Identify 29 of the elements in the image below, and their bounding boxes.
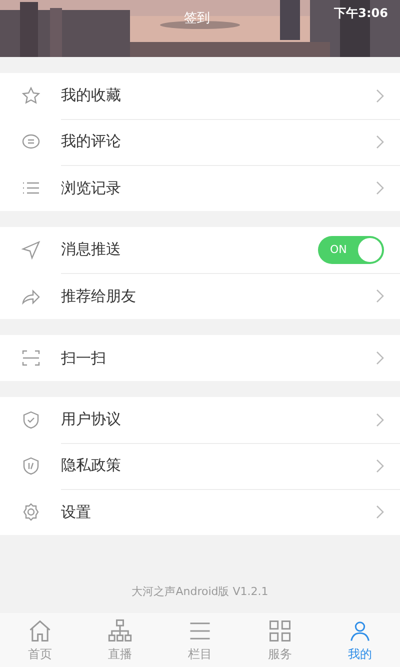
status-time: 下午3:06 — [334, 5, 388, 22]
menu-item-label[interactable]: 用户协议 — [61, 410, 121, 429]
grid-icon — [267, 618, 293, 644]
chevron-right-icon — [376, 351, 384, 365]
menu-item-label[interactable]: 消息推送 — [61, 240, 121, 259]
settings-icon — [21, 502, 41, 522]
chevron-right-icon — [376, 181, 384, 195]
menu-item-label[interactable]: 隐私政策 — [61, 456, 121, 475]
shield-check-icon — [21, 410, 41, 430]
chevron-right-icon — [376, 289, 384, 303]
network-icon — [107, 618, 133, 644]
menu-item-label[interactable]: 扫一扫 — [61, 348, 106, 368]
chevron-right-icon — [376, 134, 384, 148]
toggle-text: ON — [330, 243, 347, 256]
menu-item-label[interactable]: 推荐给朋友 — [61, 286, 136, 306]
chevron-right-icon — [376, 88, 384, 102]
version-text: 大河之声Android版 V1.2.1 — [130, 584, 270, 600]
send-icon — [21, 240, 41, 260]
chevron-right-icon — [376, 412, 384, 426]
shield-icon — [21, 456, 41, 476]
menu-item-label[interactable]: 我的收藏 — [61, 86, 121, 105]
chevron-right-icon — [376, 505, 384, 519]
menu-item-label[interactable]: 我的评论 — [61, 132, 121, 151]
star-icon — [21, 86, 41, 106]
scan-icon — [21, 348, 41, 368]
menu-item-label[interactable]: 设置 — [61, 502, 91, 522]
chevron-right-icon — [376, 458, 384, 472]
menu-item-label[interactable]: 浏览记录 — [61, 178, 121, 198]
home-icon — [27, 618, 53, 644]
